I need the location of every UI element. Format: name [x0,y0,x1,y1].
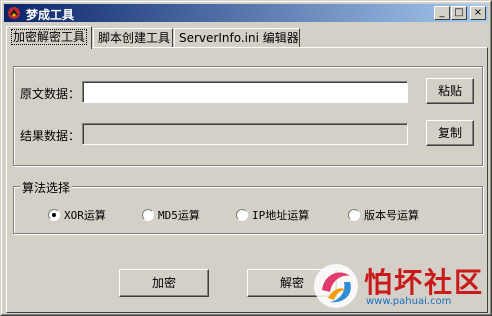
copy-button[interactable]: 复制 [426,120,474,146]
maximize-button[interactable]: □ [451,6,467,20]
maximize-icon: □ [454,7,464,18]
tab-script-create[interactable]: 脚本创建工具 [93,28,173,48]
radio-unchecked-icon [142,209,154,221]
watermark: 怕坏社区 www.pahuai.com [306,258,492,316]
tab-encrypt-decrypt[interactable]: 加密解密工具 [6,26,92,49]
app-icon [8,7,20,19]
radio-label: MD5运算 [158,209,200,222]
result-data-label: 结果数据： [20,129,81,143]
source-data-input[interactable] [82,81,408,103]
tab-label: 脚本创建工具 [98,31,171,45]
radio-label: XOR运算 [64,209,106,222]
radio-label: IP地址运算 [252,209,310,222]
radio-checked-icon [48,209,60,221]
radio-label: 版本号运算 [364,209,419,222]
watermark-text: 怕坏社区 [364,266,485,299]
minimize-icon: _ [439,7,445,18]
watermark-url: www.pahuai.com [366,296,452,307]
radio-md5[interactable]: MD5运算 [142,207,200,223]
watermark-logo-icon [314,264,358,308]
close-icon: × [473,7,483,18]
radio-unchecked-icon [348,209,360,221]
close-button[interactable]: × [470,6,486,20]
tab-serverinfo-editor[interactable]: ServerInfo.ini 编辑器 [174,28,300,48]
title-bar[interactable]: 梦成工具 _ □ × [4,4,488,22]
tab-label: 加密解密工具 [11,29,88,45]
radio-unchecked-icon [236,209,248,221]
minimize-button[interactable]: _ [434,6,450,20]
result-data-field[interactable] [82,123,408,145]
radio-version[interactable]: 版本号运算 [348,207,419,223]
radio-xor[interactable]: XOR运算 [48,207,106,223]
radio-ip-address[interactable]: IP地址运算 [236,207,309,223]
algorithm-legend: 算法选择 [20,179,73,196]
source-data-label: 原文数据： [20,87,81,101]
paste-button[interactable]: 粘贴 [426,78,474,104]
window-title: 梦成工具 [26,8,75,22]
algorithm-group: 算法选择 XOR运算 MD5运算 IP地址运算 版本号运算 [13,179,483,234]
encrypt-button[interactable]: 加密 [119,269,209,297]
tab-label: ServerInfo.ini 编辑器 [179,31,299,45]
data-group: 原文数据： 粘贴 结果数据： 复制 [13,66,483,166]
